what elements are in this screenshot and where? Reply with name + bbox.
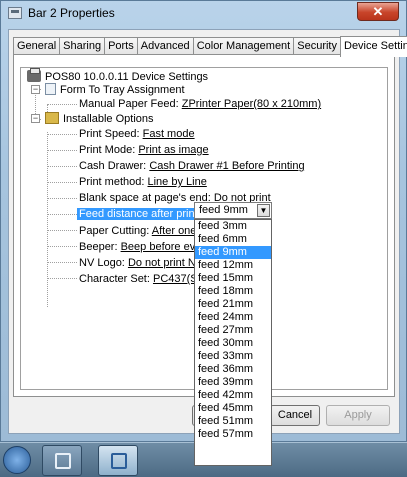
tree-form-to-tray[interactable]: Form To Tray Assignment [45,83,185,97]
option-print-speed[interactable]: Print Speed: Fast mode [79,127,195,141]
tab-device-settings[interactable]: Device Settings [340,36,407,57]
option-cash-drawer[interactable]: Cash Drawer: Cash Drawer #1 Before Print… [79,159,305,173]
collapse-icon[interactable]: − [31,85,40,94]
option-paper-cutting[interactable]: Paper Cutting: After one p [79,224,206,238]
apply-button[interactable]: Apply [326,405,390,426]
collapse-icon[interactable]: − [31,114,40,123]
option-nv-logo[interactable]: NV Logo: Do not print NV [79,256,203,270]
printer-icon [8,7,22,19]
tab-sharing[interactable]: Sharing [59,37,106,55]
folder-icon [45,112,59,124]
title-bar[interactable]: Bar 2 Properties ✕ [1,1,406,27]
tree-installable-options[interactable]: Installable Options [45,112,154,126]
option-value[interactable]: Fast mode [143,128,195,140]
close-button[interactable]: ✕ [357,2,399,21]
option-feed-distance[interactable]: Feed distance after print: [77,207,203,221]
start-button[interactable] [3,446,31,474]
dropdown-option[interactable]: feed 3mm [195,220,271,233]
taskbar-app-button[interactable] [42,445,82,476]
cancel-button[interactable]: Cancel [270,405,320,426]
dropdown-option[interactable]: feed 21mm [195,298,271,311]
feed-distance-combo[interactable]: feed 9mm ▼ [194,202,272,219]
printer-icon [111,453,127,469]
option-print-method[interactable]: Print method: Line by Line [79,175,207,189]
window-title: Bar 2 Properties [28,6,115,20]
dropdown-option[interactable]: feed 27mm [195,324,271,337]
dropdown-option[interactable]: feed 18mm [195,285,271,298]
dropdown-option-selected[interactable]: feed 9mm [195,246,271,259]
dropdown-option[interactable]: feed 6mm [195,233,271,246]
window-icon [55,453,71,469]
dropdown-option[interactable]: feed 15mm [195,272,271,285]
dropdown-option[interactable]: feed 30mm [195,337,271,350]
option-value[interactable]: Do not print NV [128,257,203,269]
dropdown-option[interactable]: feed 33mm [195,350,271,363]
manual-feed-value[interactable]: ZPrinter Paper(80 x 210mm) [182,98,321,110]
tab-ports[interactable]: Ports [104,37,138,55]
combo-selected-value: feed 9mm [199,204,248,216]
tab-strip: General Sharing Ports Advanced Color Managem… [13,35,407,57]
dropdown-option[interactable]: feed 42mm [195,389,271,402]
dropdown-option[interactable]: feed 24mm [195,311,271,324]
dropdown-option[interactable]: feed 51mm [195,415,271,428]
dropdown-option[interactable]: feed 36mm [195,363,271,376]
tab-security[interactable]: Security [293,37,341,55]
printer-icon [27,68,41,82]
document-icon [45,83,56,95]
taskbar-printer-button[interactable] [98,445,138,476]
option-value[interactable]: Cash Drawer #1 Before Printing [149,160,304,172]
option-print-mode[interactable]: Print Mode: Print as image [79,143,209,157]
option-value[interactable]: Print as image [138,144,208,156]
tab-color-management[interactable]: Color Management [192,37,295,55]
tree-manual-paper-feed[interactable]: Manual Paper Feed: ZPrinter Paper(80 x 2… [79,97,321,111]
dropdown-option[interactable]: feed 12mm [195,259,271,272]
feed-distance-dropdown[interactable]: feed 3mm feed 6mm feed 9mm feed 12mm fee… [194,219,272,466]
tab-advanced[interactable]: Advanced [136,37,194,55]
dropdown-arrow-icon[interactable]: ▼ [257,204,270,217]
dropdown-option[interactable]: feed 39mm [195,376,271,389]
option-beeper[interactable]: Beeper: Beep before every [79,240,210,254]
tab-general[interactable]: General [13,37,61,55]
tree-root[interactable]: POS80 10.0.0.11 Device Settings [27,68,208,84]
option-value[interactable]: Line by Line [147,176,206,188]
dropdown-option[interactable]: feed 45mm [195,402,271,415]
dropdown-option[interactable]: feed 57mm [195,428,271,441]
